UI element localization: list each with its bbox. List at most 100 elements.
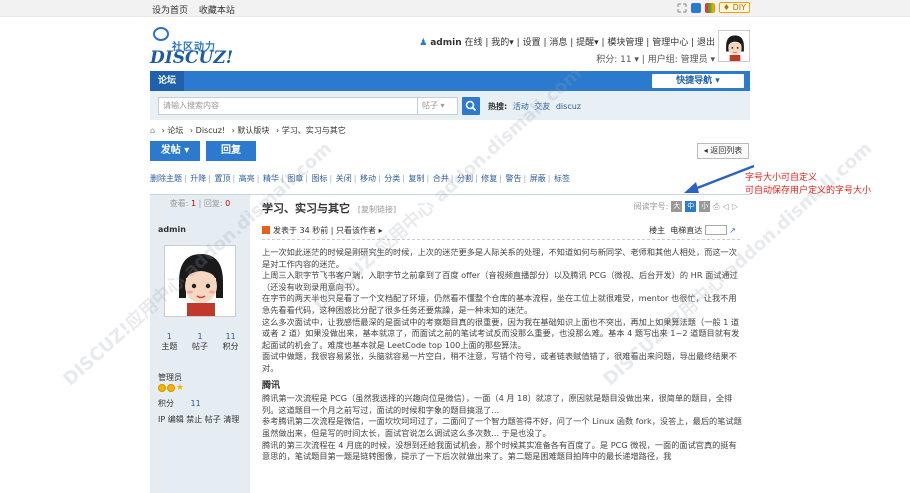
quick-nav-label: 快捷导航 [676, 76, 713, 86]
font-large-button[interactable]: 大 [671, 201, 683, 212]
back-to-list-button[interactable]: ◂ 返回列表 [697, 143, 749, 159]
search-type-select[interactable]: 帖子 ▾ [418, 97, 458, 115]
crumb-thread[interactable]: 学习、实习与其它 [282, 126, 346, 135]
diy-label: DIY [732, 3, 746, 12]
mod-stamp[interactable]: 图章 [287, 174, 303, 183]
mod-category[interactable]: 分类 [384, 174, 400, 183]
nav-notifications[interactable]: 提醒 [576, 38, 594, 48]
mod-icon[interactable]: 图标 [312, 174, 328, 183]
section-heading: 腾讯 [262, 380, 281, 391]
style-color-icon[interactable] [704, 2, 715, 13]
new-post-button[interactable]: 发帖 ▾ [150, 141, 200, 161]
user-points[interactable]: 积分: 11 [596, 55, 631, 65]
hot-search: 热搜: 活动 交友 discuz [488, 101, 581, 112]
font-medium-button[interactable]: 中 [685, 201, 697, 212]
search-input[interactable]: 请输入搜索内容 [158, 97, 418, 115]
reply-button[interactable]: 回复 [206, 141, 256, 161]
style-blue-icon[interactable] [690, 2, 701, 13]
top-bar: 设为首页 收藏本站 ♦ DIY [0, 0, 910, 17]
author-stats: 1 主题 1 帖子 11 积分 [154, 332, 246, 352]
quick-nav-button[interactable]: 快捷导航 ▾ [652, 74, 744, 88]
nav-messages[interactable]: 消息 [549, 38, 567, 48]
author-group[interactable]: 管理员 [158, 372, 182, 383]
username-link[interactable]: admin [430, 38, 461, 48]
mod-highlight[interactable]: 高亮 [239, 174, 255, 183]
set-home-link[interactable]: 设为首页 [152, 6, 188, 16]
user-group[interactable]: 用户组: 管理员 [648, 55, 708, 65]
mod-warn[interactable]: 警告 [506, 174, 522, 183]
expand-icon[interactable] [677, 2, 687, 13]
reply-label: 回复 [221, 145, 241, 156]
new-post-label: 发帖 [160, 145, 181, 156]
jump-label: 电梯直达 [670, 226, 703, 235]
nav-my[interactable]: 我的 [491, 38, 509, 48]
mod-digest[interactable]: 精华 [263, 174, 279, 183]
crumb-discuz[interactable]: Discuz! [196, 126, 225, 135]
top-tools: ♦ DIY [677, 2, 750, 13]
hot-word[interactable]: 交友 [534, 102, 550, 111]
logo-bubble-icon [153, 27, 169, 41]
author-admin-actions[interactable]: IP 编辑 禁止 帖子 清理 [158, 414, 239, 425]
stat-value: 11 [225, 332, 236, 341]
thread-title: 学习、实习与其它 [复制链接] [262, 200, 396, 216]
site-logo[interactable]: 社区动力 DISCUZ! [150, 26, 250, 68]
bookmark-link[interactable]: 收藏本站 [199, 6, 235, 16]
mod-split[interactable]: 分割 [457, 174, 473, 183]
annotation-line: 字号大小可自定义 [745, 173, 818, 183]
top-avatar[interactable] [718, 30, 750, 62]
user-status: 在线 [464, 38, 483, 48]
replies-count: 0 [225, 199, 231, 208]
post-paragraph: 面试中做题，我很容易紧张，头脑就容易一片空白，稍不注意，写错个符号，或者链表赋值… [262, 351, 737, 373]
stat-threads[interactable]: 1 主题 [161, 332, 177, 352]
prev-thread-icon[interactable]: ◁ [723, 202, 729, 211]
author-name[interactable]: admin [158, 225, 186, 234]
author-avatar[interactable] [164, 245, 236, 317]
stat-label: 主题 [161, 342, 178, 351]
post-paragraph: 腾讯的第三次流程在 4 月底的时候，没想到还给我面试机会，那个时候其实准备各有百… [262, 439, 737, 462]
mod-merge[interactable]: 合并 [433, 174, 449, 183]
next-thread-icon[interactable]: ▷ [732, 202, 738, 211]
mod-close[interactable]: 关闭 [336, 174, 352, 183]
mod-copy[interactable]: 复制 [409, 174, 425, 183]
stat-label: 帖子 [191, 342, 208, 351]
post-paragraph: 这么多次面试中，让我感悟最深的是面试中的考察题目真的很重要，因为我在基础知识上面… [262, 316, 740, 350]
floor-label: 楼主 [649, 226, 666, 235]
jump-go-icon[interactable]: ↗ [729, 226, 736, 235]
hot-word[interactable]: 活动 [513, 102, 529, 111]
replies-label: 回复: [203, 199, 223, 208]
nav-admin-center[interactable]: 管理中心 [652, 38, 688, 48]
nav-logout[interactable]: 退出 [697, 38, 715, 48]
views-count: 1 [191, 199, 197, 208]
jump-input[interactable] [704, 225, 727, 235]
diy-button[interactable]: ♦ DIY [718, 2, 750, 13]
stat-posts[interactable]: 1 帖子 [192, 332, 208, 352]
author-only-link[interactable]: 只看该作者 [336, 226, 376, 235]
mod-block[interactable]: 屏蔽 [530, 174, 546, 183]
print-icon[interactable]: ⎙ [713, 202, 719, 212]
post-meta: 发表于 34 秒前 | 只看该作者 ▸ 楼主 电梯直达 ↗ [262, 225, 740, 240]
top-links: 设为首页 收藏本站 [152, 3, 243, 16]
copy-link[interactable]: [复制链接] [358, 205, 396, 214]
nav-forum[interactable]: 论坛 [150, 71, 184, 91]
post-paragraph: 在字节的两天半也只是看了一个文档配了环境，仍然看不懂整个仓库的基本流程，坐在工位… [262, 293, 737, 315]
mod-tag[interactable]: 标签 [554, 174, 570, 183]
rank-stars: ★ [158, 384, 184, 393]
search-button[interactable] [462, 97, 480, 115]
crumb-board[interactable]: 默认版块 [237, 126, 269, 135]
rank-sun-icon [167, 384, 175, 392]
nav-settings[interactable]: 设置 [523, 38, 541, 48]
nav-module-manage[interactable]: 模块管理 [607, 38, 643, 48]
home-icon[interactable]: ⌂ [150, 126, 155, 135]
mod-sticky[interactable]: 置顶 [215, 174, 231, 183]
mod-bump[interactable]: 升降 [190, 174, 206, 183]
stat-value: 1 [197, 332, 203, 341]
mod-move[interactable]: 移动 [360, 174, 376, 183]
mod-delete[interactable]: 删除主题 [150, 174, 182, 183]
mod-repair[interactable]: 修复 [481, 174, 497, 183]
crumb-forum[interactable]: 论坛 [167, 126, 183, 135]
post-paragraph: 腾讯第一次流程是 PCG（虽然我选择的兴趣向位是微信），一面（4 月 18）就凉… [262, 393, 733, 415]
stat-points[interactable]: 11 积分 [223, 332, 239, 352]
user-icon: ♟ [419, 38, 428, 48]
hot-word[interactable]: discuz [556, 102, 581, 111]
font-small-button[interactable]: 小 [699, 201, 711, 212]
